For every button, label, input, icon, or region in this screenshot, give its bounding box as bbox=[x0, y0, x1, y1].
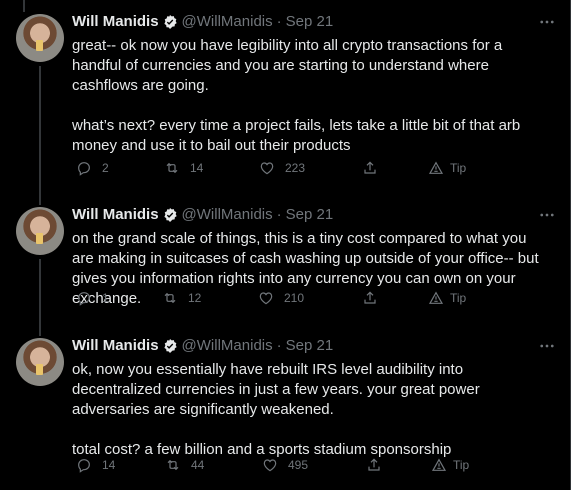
like-count: 495 bbox=[288, 458, 309, 472]
reply-bubble-icon bbox=[78, 459, 90, 473]
tweet-2[interactable]: Will Manidis @WillManidis · Sep 21 on th… bbox=[0, 193, 571, 324]
author-handle[interactable]: @WillManidis bbox=[182, 12, 273, 32]
retweet-count: 14 bbox=[190, 161, 204, 175]
tweet-text: ok, now you essentially have rebuilt IRS… bbox=[72, 361, 480, 458]
verified-badge-icon bbox=[163, 208, 177, 222]
retweet-icon bbox=[164, 292, 176, 304]
retweet-button[interactable]: 12 bbox=[162, 290, 201, 306]
more-horizontal-icon[interactable] bbox=[535, 10, 559, 34]
retweet-count: 44 bbox=[191, 458, 205, 472]
tip-button[interactable]: Tip bbox=[431, 457, 469, 473]
tip-label: Tip bbox=[450, 291, 467, 305]
reply-bubble-icon bbox=[78, 292, 90, 306]
retweet-icon bbox=[166, 162, 178, 174]
share-upload-icon bbox=[364, 291, 376, 304]
reply-count: 2 bbox=[102, 161, 109, 175]
thread-line bbox=[39, 259, 41, 324]
retweet-button[interactable]: 14 bbox=[164, 160, 203, 176]
tweet-date[interactable]: Sep 21 bbox=[286, 336, 334, 356]
tweet-date[interactable]: Sep 21 bbox=[286, 205, 334, 225]
separator-dot: · bbox=[276, 13, 282, 30]
like-button[interactable]: 210 bbox=[258, 290, 304, 306]
avatar[interactable] bbox=[16, 14, 64, 62]
author-name[interactable]: Will Manidis bbox=[72, 205, 159, 225]
share-upload-icon bbox=[368, 458, 380, 471]
tip-button[interactable]: Tip bbox=[428, 160, 466, 176]
reply-button[interactable]: 2 bbox=[76, 160, 109, 176]
author-name[interactable]: Will Manidis bbox=[72, 12, 159, 32]
share-button[interactable] bbox=[362, 290, 378, 306]
retweet-button[interactable]: 44 bbox=[165, 457, 204, 473]
reply-button[interactable]: 14 bbox=[76, 457, 115, 473]
verified-badge-icon bbox=[163, 339, 177, 353]
thread-line bbox=[23, 0, 25, 12]
tweet-date[interactable]: Sep 21 bbox=[286, 12, 334, 32]
tip-icon bbox=[428, 291, 444, 304]
tweet-header: Will Manidis @WillManidis · Sep 21 bbox=[72, 205, 554, 225]
author-handle[interactable]: @WillManidis bbox=[182, 336, 273, 356]
separator-dot: · bbox=[276, 337, 282, 354]
tweet-header: Will Manidis @WillManidis · Sep 21 bbox=[72, 12, 554, 32]
heart-icon bbox=[263, 459, 277, 472]
tip-button[interactable]: Tip bbox=[428, 290, 466, 306]
tweet-1[interactable]: Will Manidis @WillManidis · Sep 21 great… bbox=[0, 0, 571, 193]
share-upload-icon bbox=[364, 161, 376, 174]
reply-button[interactable]: 1 bbox=[76, 290, 109, 306]
more-horizontal-icon[interactable] bbox=[535, 334, 559, 358]
tip-label: Tip bbox=[450, 161, 467, 175]
like-count: 223 bbox=[285, 161, 306, 175]
avatar[interactable] bbox=[16, 207, 64, 255]
thread-line bbox=[39, 66, 41, 193]
more-horizontal-icon[interactable] bbox=[535, 203, 559, 227]
share-button[interactable] bbox=[362, 160, 378, 176]
verified-badge-icon bbox=[163, 15, 177, 29]
thread-line bbox=[39, 193, 41, 205]
heart-icon bbox=[260, 162, 274, 175]
tweet-text: great-- ok now you have legibility into … bbox=[72, 37, 521, 154]
retweet-count: 12 bbox=[188, 291, 202, 305]
tweet-3[interactable]: Will Manidis @WillManidis · Sep 21 ok, n… bbox=[0, 324, 571, 490]
tip-icon bbox=[428, 161, 444, 174]
tweet-header: Will Manidis @WillManidis · Sep 21 bbox=[72, 336, 554, 356]
like-button[interactable]: 495 bbox=[262, 457, 308, 473]
like-count: 210 bbox=[284, 291, 305, 305]
tip-label: Tip bbox=[453, 458, 470, 472]
separator-dot: · bbox=[276, 206, 282, 223]
reply-bubble-icon bbox=[78, 162, 90, 176]
reply-count: 14 bbox=[102, 458, 116, 472]
like-button[interactable]: 223 bbox=[259, 160, 305, 176]
share-button[interactable] bbox=[366, 457, 382, 473]
reply-count: 1 bbox=[102, 291, 109, 305]
avatar[interactable] bbox=[16, 338, 64, 386]
thread-line bbox=[39, 324, 41, 336]
retweet-icon bbox=[167, 459, 179, 471]
author-name[interactable]: Will Manidis bbox=[72, 336, 159, 356]
author-handle[interactable]: @WillManidis bbox=[182, 205, 273, 225]
tip-icon bbox=[431, 458, 447, 471]
heart-icon bbox=[259, 292, 273, 305]
